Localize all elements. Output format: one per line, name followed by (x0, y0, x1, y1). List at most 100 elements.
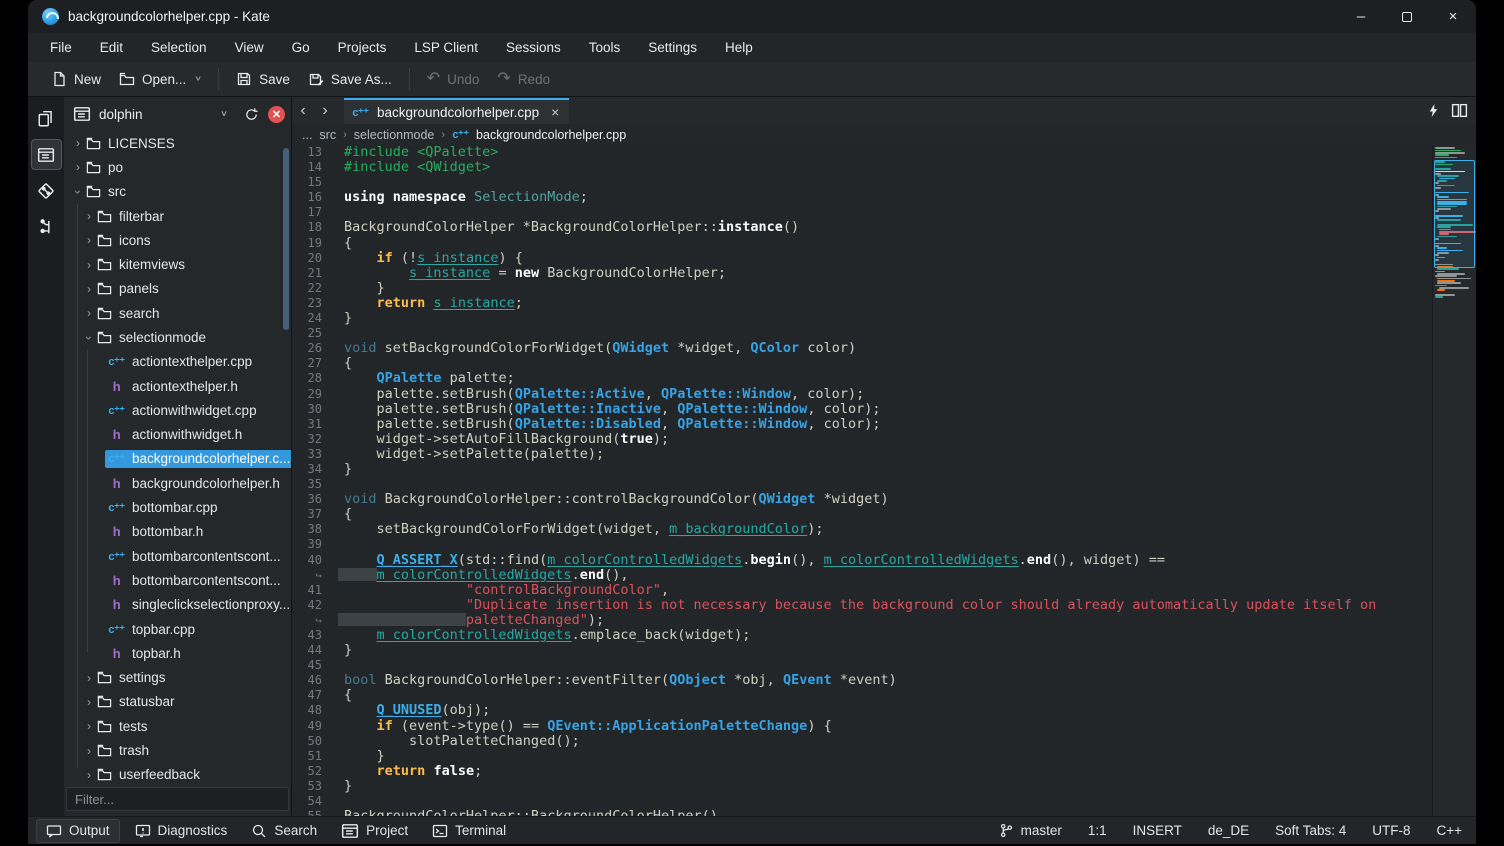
tree-folder-kitemviews[interactable]: ›kitemviews (64, 252, 291, 276)
menu-go[interactable]: Go (278, 36, 324, 59)
statusbar-toggle-output[interactable]: Output (36, 819, 120, 843)
toolview-project-list-button[interactable] (31, 139, 62, 170)
statusbar-field-c++[interactable]: C++ (1436, 823, 1462, 838)
breadcrumb-item-selectionmode[interactable]: selectionmode (354, 128, 435, 142)
tree-folder-selectionmode[interactable]: ›selectionmode (64, 325, 291, 349)
chevron-expanded-icon[interactable]: › (82, 332, 96, 344)
tree-file-bottombar-cpp[interactable]: c⁺⁺bottombar.cpp (64, 495, 291, 519)
statusbar-field-insert[interactable]: INSERT (1133, 823, 1182, 838)
nav-back-button[interactable]: ‹ (292, 99, 314, 123)
tree-item-label: panels (119, 281, 159, 296)
open-button[interactable]: Open...˅ (110, 66, 210, 92)
menu-tools[interactable]: Tools (575, 36, 635, 59)
tree-folder-search[interactable]: ›search (64, 301, 291, 325)
tree-file-actiontexthelper-cpp[interactable]: c⁺⁺actiontexthelper.cpp (64, 350, 291, 374)
tree-file-singleclickselectionproxy-[interactable]: hsingleclickselectionproxy... (64, 593, 291, 617)
statusbar-field-1-1[interactable]: 1:1 (1088, 823, 1107, 838)
menu-help[interactable]: Help (711, 36, 767, 59)
tree-folder-tests[interactable]: ›tests (64, 714, 291, 738)
menu-lsp-client[interactable]: LSP Client (400, 36, 492, 59)
menu-view[interactable]: View (221, 36, 278, 59)
tree-file-bottombar-h[interactable]: hbottombar.h (64, 520, 291, 544)
split-view-icon[interactable] (1451, 102, 1468, 119)
menu-file[interactable]: File (36, 36, 86, 59)
chevron-collapsed-icon[interactable]: › (83, 209, 95, 223)
breadcrumb-ellipsis[interactable]: ... (302, 128, 312, 142)
statusbar-field-soft-tabs-4[interactable]: Soft Tabs: 4 (1275, 823, 1346, 838)
tree-folder-panels[interactable]: › panels (64, 277, 291, 301)
chevron-collapsed-icon[interactable]: › (83, 719, 95, 733)
status-bar: Output DiagnosticsSearch Project Terminal m… (28, 816, 1476, 844)
tree-folder-filterbar[interactable]: ›filterbar (64, 204, 291, 228)
chevron-collapsed-icon[interactable]: › (72, 136, 84, 150)
nav-forward-button[interactable]: › (314, 99, 336, 123)
new-button[interactable]: New (42, 66, 110, 92)
statusbar-toggle-diagnostics[interactable]: Diagnostics (126, 820, 237, 842)
chevron-collapsed-icon[interactable]: › (83, 768, 95, 782)
project-filter-input[interactable]: Filter... (66, 787, 289, 811)
tree-file-bottombarcontentscont-[interactable]: c⁺⁺bottombarcontentscont... (64, 544, 291, 568)
chevron-collapsed-icon[interactable]: › (83, 306, 95, 320)
chevron-collapsed-icon[interactable]: › (83, 282, 95, 296)
toolview-symbols-button[interactable] (31, 211, 62, 242)
folder-icon (86, 184, 101, 199)
line-number: 19 (292, 236, 344, 251)
toolview-documents-button[interactable] (31, 103, 62, 134)
statusbar-field-master[interactable]: master (999, 823, 1062, 838)
chevron-collapsed-icon[interactable]: › (83, 233, 95, 247)
chevron-collapsed-icon[interactable]: › (83, 744, 95, 758)
tree-folder-statusbar[interactable]: ›statusbar (64, 690, 291, 714)
minimap-viewport[interactable] (1434, 160, 1475, 268)
tree-file-bottombarcontentscont-[interactable]: hbottombarcontentscont... (64, 568, 291, 592)
statusbar-field-de-de[interactable]: de_DE (1208, 823, 1249, 838)
tree-folder-icons[interactable]: ›icons (64, 228, 291, 252)
refresh-icon (244, 107, 259, 122)
tree-file-actionwithwidget-h[interactable]: hactionwithwidget.h (64, 423, 291, 447)
tree-folder-licenses[interactable]: ›LICENSES (64, 131, 291, 155)
tab-close-icon[interactable]: × (551, 104, 559, 120)
menu-settings[interactable]: Settings (634, 36, 711, 59)
close-button[interactable]: × (1430, 0, 1476, 33)
tree-selected-row[interactable]: c⁺⁺backgroundcolorhelper.c... (105, 450, 292, 468)
tree-folder-userfeedback[interactable]: ›userfeedback (64, 763, 291, 787)
refresh-icon[interactable] (241, 104, 261, 124)
statusbar-toggle-project[interactable]: Project (332, 819, 417, 843)
minimize-button[interactable]: – (1338, 0, 1384, 33)
tree-folder-src[interactable]: ›src (64, 180, 291, 204)
save-button[interactable]: Save (227, 66, 299, 92)
tree-file-backgroundcolorhelper-c-[interactable]: c⁺⁺backgroundcolorhelper.c... (64, 447, 291, 471)
close-project-icon[interactable]: ✕ (268, 106, 285, 123)
menu-selection[interactable]: Selection (137, 36, 221, 59)
chevron-collapsed-icon[interactable]: › (83, 671, 95, 685)
tree-file-topbar-cpp[interactable]: c⁺⁺topbar.cpp (64, 617, 291, 641)
statusbar-toggle-search[interactable]: Search (242, 820, 326, 842)
tab-backgroundcolorhelper[interactable]: c⁺⁺ backgroundcolorhelper.cpp × (344, 98, 569, 124)
menu-projects[interactable]: Projects (324, 36, 401, 59)
toolview-git-button[interactable] (31, 175, 62, 206)
breadcrumb-item-file[interactable]: backgroundcolorhelper.cpp (476, 128, 626, 142)
tree-scrollbar[interactable] (283, 148, 289, 330)
statusbar-field-utf-8[interactable]: UTF-8 (1372, 823, 1410, 838)
save-as-button[interactable]: Save As... (299, 66, 401, 92)
chevron-expanded-icon[interactable]: › (71, 186, 85, 198)
chevron-collapsed-icon[interactable]: › (83, 258, 95, 272)
tree-guide-line (77, 204, 78, 768)
code-editor[interactable]: 13#include <QPalette>14#include <QWidget… (292, 145, 1432, 816)
tree-folder-settings[interactable]: ›settings (64, 666, 291, 690)
menu-edit[interactable]: Edit (86, 36, 137, 59)
tree-file-actiontexthelper-h[interactable]: hactiontexthelper.h (64, 374, 291, 398)
minimap-scrollbar[interactable] (1432, 145, 1476, 816)
chevron-collapsed-icon[interactable]: › (72, 160, 84, 174)
project-chooser-chevron-icon[interactable]: ˅ (214, 104, 234, 124)
menu-sessions[interactable]: Sessions (492, 36, 575, 59)
tree-folder-trash[interactable]: ›trash (64, 738, 291, 762)
quick-open-bolt-icon[interactable] (1426, 103, 1441, 118)
tree-file-topbar-h[interactable]: htopbar.h (64, 641, 291, 665)
breadcrumb-item-src[interactable]: src (319, 128, 336, 142)
tree-file-actionwithwidget-cpp[interactable]: c⁺⁺actionwithwidget.cpp (64, 398, 291, 422)
maximize-button[interactable] (1384, 0, 1430, 33)
tree-folder-po[interactable]: ›po (64, 155, 291, 179)
chevron-collapsed-icon[interactable]: › (83, 695, 95, 709)
tree-file-backgroundcolorhelper-h[interactable]: hbackgroundcolorhelper.h (64, 471, 291, 495)
statusbar-toggle-terminal[interactable]: Terminal (423, 820, 515, 842)
